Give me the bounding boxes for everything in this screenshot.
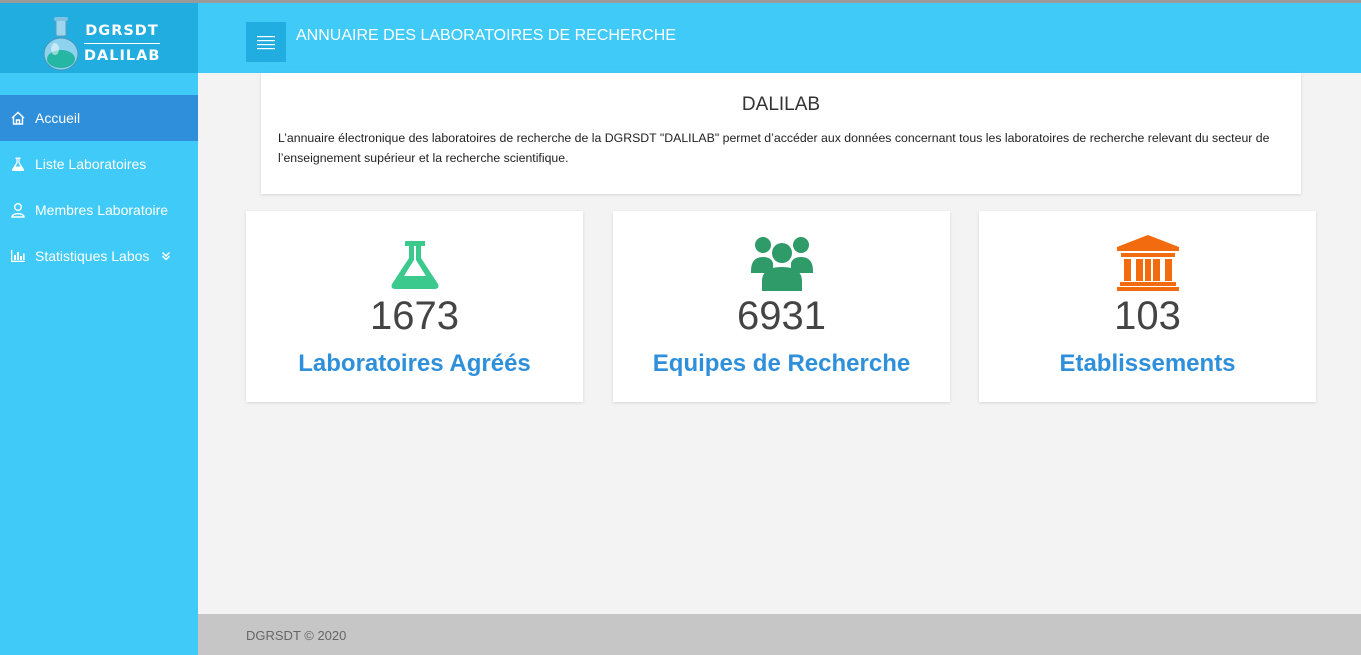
chevron-double-down-icon: [162, 251, 171, 261]
sidebar-item-label: Liste Laboratoires: [35, 156, 147, 172]
sidebar-item-membres-laboratoire[interactable]: Membres Laboratoire: [0, 187, 198, 233]
stat-value: 103: [1114, 294, 1181, 338]
footer-copyright: DGRSDT © 2020: [246, 628, 347, 643]
intro-panel: DALILAB L’annuaire électronique des labo…: [261, 73, 1301, 194]
flask-icon: [391, 241, 438, 289]
hamburger-menu-icon: [257, 36, 275, 50]
sidebar-item-label: Membres Laboratoire: [35, 202, 169, 218]
flask-logo-icon: [43, 17, 79, 71]
stat-label: Equipes de Recherche: [652, 350, 911, 377]
sidebar-item-accueil[interactable]: Accueil: [0, 95, 198, 141]
brand-name: DGRSDT DALILAB: [84, 23, 160, 64]
bar-chart-icon: [11, 250, 25, 262]
intro-title: DALILAB: [741, 94, 821, 115]
user-icon: [11, 203, 25, 218]
sidebar-item-liste-laboratoires[interactable]: Liste Laboratoires: [0, 141, 198, 187]
stat-value: 1673: [370, 294, 459, 338]
menu-toggle-button[interactable]: [246, 22, 286, 62]
sidebar: DGRSDT DALILAB Accueil Liste Laboratoire…: [0, 3, 198, 655]
users-icon: [750, 237, 813, 291]
sidebar-nav: Accueil Liste Laboratoires Membres Labor…: [0, 95, 198, 279]
top-header: ANNUAIRE DES LABORATOIRES DE RECHERCHE: [198, 3, 1361, 73]
stat-card-laboratoires[interactable]: 1673 Laboratoires Agréés: [246, 211, 583, 402]
intro-description: L’annuaire électronique des laboratoires…: [278, 131, 1270, 165]
page-title: ANNUAIRE DES LABORATOIRES DE RECHERCHE: [296, 27, 676, 44]
home-icon: [11, 111, 25, 125]
footer: DGRSDT © 2020: [198, 614, 1361, 655]
brand-line-2: DALILAB: [84, 48, 161, 64]
brand-logo[interactable]: DGRSDT DALILAB: [0, 3, 198, 73]
sidebar-item-label: Statistiques Labos: [35, 248, 150, 264]
stat-value: 6931: [737, 294, 826, 338]
stat-icon-wrap: [1113, 231, 1183, 291]
brand-line-1: DGRSDT: [84, 23, 160, 44]
institution-icon: [1116, 235, 1179, 291]
sidebar-item-statistiques-labos[interactable]: Statistiques Labos: [0, 233, 198, 279]
flask-icon: [11, 157, 25, 171]
stat-card-equipes[interactable]: 6931 Equipes de Recherche: [613, 211, 950, 402]
sidebar-item-label: Accueil: [35, 110, 81, 126]
stat-label: Etablissements: [1059, 350, 1236, 377]
stat-icon-wrap: [747, 231, 817, 291]
stat-card-etablissements[interactable]: 103 Etablissements: [979, 211, 1316, 402]
stat-label: Laboratoires Agréés: [298, 350, 531, 377]
stat-icon-wrap: [380, 231, 450, 291]
